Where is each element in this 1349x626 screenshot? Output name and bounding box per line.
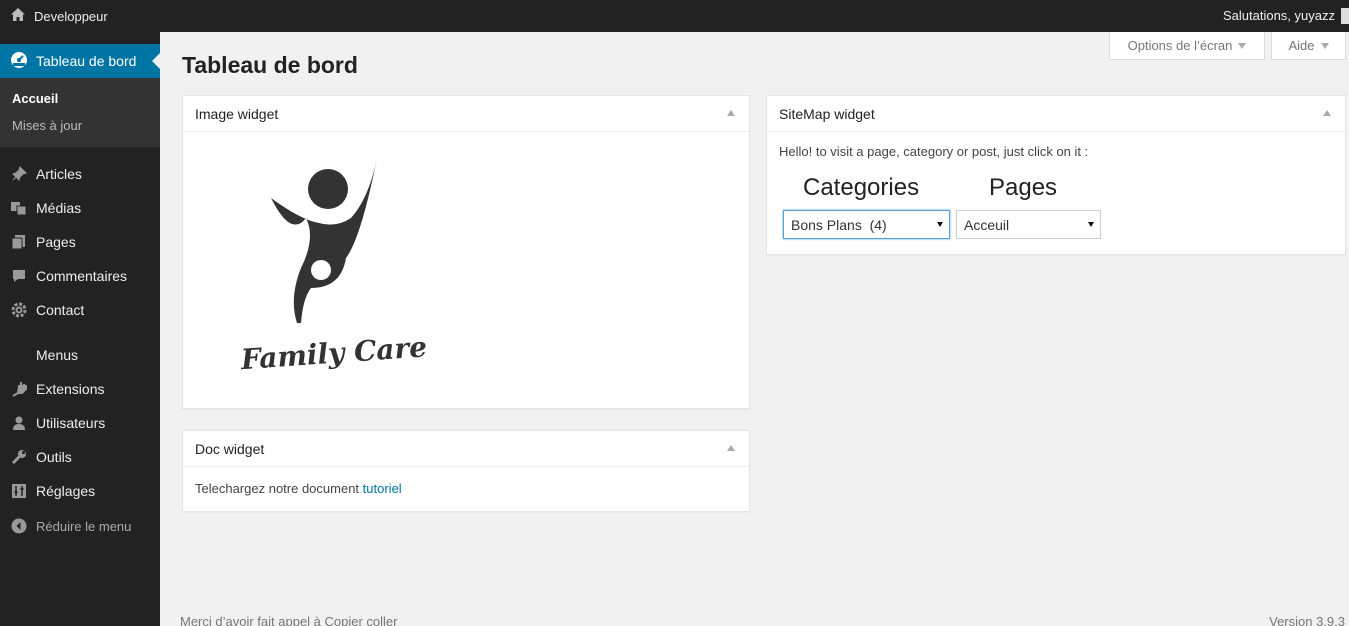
- menu-item-articles[interactable]: Articles: [0, 157, 160, 191]
- menu-label: Extensions: [36, 381, 105, 397]
- menu-label: Outils: [36, 449, 72, 465]
- home-icon: [10, 7, 26, 26]
- menu-label: Contact: [36, 302, 85, 318]
- menu-label: Tableau de bord: [36, 53, 137, 69]
- menu-item-dashboard[interactable]: Tableau de bord: [0, 44, 160, 78]
- doc-widget: Doc widget Telechargez notre document tu…: [182, 430, 750, 512]
- blank-icon: [10, 346, 28, 364]
- widget-title: Doc widget: [195, 440, 265, 457]
- menu-label: Médias: [36, 200, 82, 216]
- submenu-item-updates[interactable]: Mises à jour: [12, 118, 82, 133]
- widget-header[interactable]: Doc widget: [183, 431, 749, 467]
- widget-header[interactable]: Image widget: [183, 96, 749, 132]
- sitemap-widget: SiteMap widget Hello! to visit a page, c…: [766, 95, 1346, 255]
- wrench-icon: [10, 448, 28, 466]
- dashboard-submenu: Accueil Mises à jour: [0, 78, 160, 147]
- widget-title: Image widget: [195, 105, 279, 122]
- logo-text: Family Care: [239, 330, 428, 376]
- collapse-toggle-icon[interactable]: [727, 110, 735, 116]
- site-link[interactable]: Developpeur: [10, 0, 108, 32]
- admin-bar: Developpeur Salutations, yuyazz: [0, 0, 1349, 32]
- menu-item-extensions[interactable]: Extensions: [0, 372, 160, 406]
- menu-item-contact[interactable]: Contact: [0, 293, 160, 327]
- menu-item-comments[interactable]: Commentaires: [0, 259, 160, 293]
- page-title: Tableau de bord: [182, 52, 358, 78]
- categories-heading: Categories: [803, 174, 920, 201]
- menu-item-menus[interactable]: Menus: [0, 338, 160, 372]
- categories-select[interactable]: Bons Plans (4): [783, 210, 950, 239]
- dropdown-arrow-icon: [1088, 222, 1094, 227]
- settings-icon: [10, 482, 28, 500]
- menu-label: Pages: [36, 234, 76, 250]
- gear-icon: [10, 301, 28, 319]
- select-value: Acceuil: [964, 216, 1010, 233]
- widget-header[interactable]: SiteMap widget: [767, 96, 1345, 132]
- doc-text: Telechargez notre document tutoriel: [195, 481, 402, 496]
- submenu-item-accueil[interactable]: Accueil: [12, 91, 58, 106]
- comment-icon: [10, 267, 28, 285]
- menu-label: Réduire le menu: [36, 518, 132, 534]
- collapse-toggle-icon[interactable]: [727, 445, 735, 451]
- menu-label: Menus: [36, 347, 79, 363]
- greeting-link[interactable]: Salutations, yuyazz: [1223, 0, 1335, 32]
- doc-description: Telechargez notre document: [195, 481, 360, 496]
- caret-down-icon: [1238, 42, 1247, 49]
- widget-title: SiteMap widget: [779, 105, 875, 122]
- admin-menu: Tableau de bord Accueil Mises à jour Art…: [0, 32, 160, 626]
- footer-thanks: Merci d’avoir fait appel à Copier coller: [180, 614, 398, 626]
- dropdown-arrow-icon: [937, 222, 943, 227]
- menu-label: Réglages: [36, 483, 96, 499]
- select-value: Bons Plans (4): [791, 216, 887, 233]
- menu-item-pages[interactable]: Pages: [0, 225, 160, 259]
- help-label: Aide: [1288, 38, 1315, 53]
- menu-item-settings[interactable]: Réglages: [0, 474, 160, 508]
- screen-options-button[interactable]: Options de l’écran: [1109, 32, 1265, 60]
- collapse-icon: [10, 517, 28, 535]
- pages-select[interactable]: Acceuil: [956, 210, 1101, 239]
- media-icon: [10, 199, 28, 217]
- pin-icon: [10, 165, 28, 183]
- menu-item-medias[interactable]: Médias: [0, 191, 160, 225]
- dashboard-icon: [10, 51, 28, 72]
- menu-label: Articles: [36, 166, 82, 182]
- menu-item-tools[interactable]: Outils: [0, 440, 160, 474]
- collapse-toggle-icon[interactable]: [1323, 110, 1331, 116]
- user-icon: [10, 414, 28, 432]
- help-button[interactable]: Aide: [1271, 32, 1346, 60]
- family-care-logo: Family Care: [239, 158, 428, 376]
- site-name: Developpeur: [34, 8, 108, 24]
- caret-down-icon: [1320, 42, 1329, 49]
- widget-body: Hello! to visit a page, category or post…: [767, 132, 1345, 254]
- menu-item-users[interactable]: Utilisateurs: [0, 406, 160, 440]
- menu-label: Utilisateurs: [36, 415, 106, 431]
- footer-version: Version 3.9.3: [1269, 614, 1345, 626]
- collapse-menu-button[interactable]: Réduire le menu: [0, 509, 160, 543]
- image-widget: Image widget Family Care: [182, 95, 750, 409]
- sitemap-intro: Hello! to visit a page, category or post…: [779, 144, 1089, 159]
- plug-icon: [10, 380, 28, 398]
- tutorial-link[interactable]: tutoriel: [363, 481, 402, 496]
- pages-heading: Pages: [989, 174, 1058, 201]
- screen-options-label: Options de l’écran: [1127, 38, 1233, 53]
- pages-icon: [10, 233, 28, 251]
- avatar[interactable]: [1341, 8, 1349, 24]
- menu-label: Commentaires: [36, 268, 128, 284]
